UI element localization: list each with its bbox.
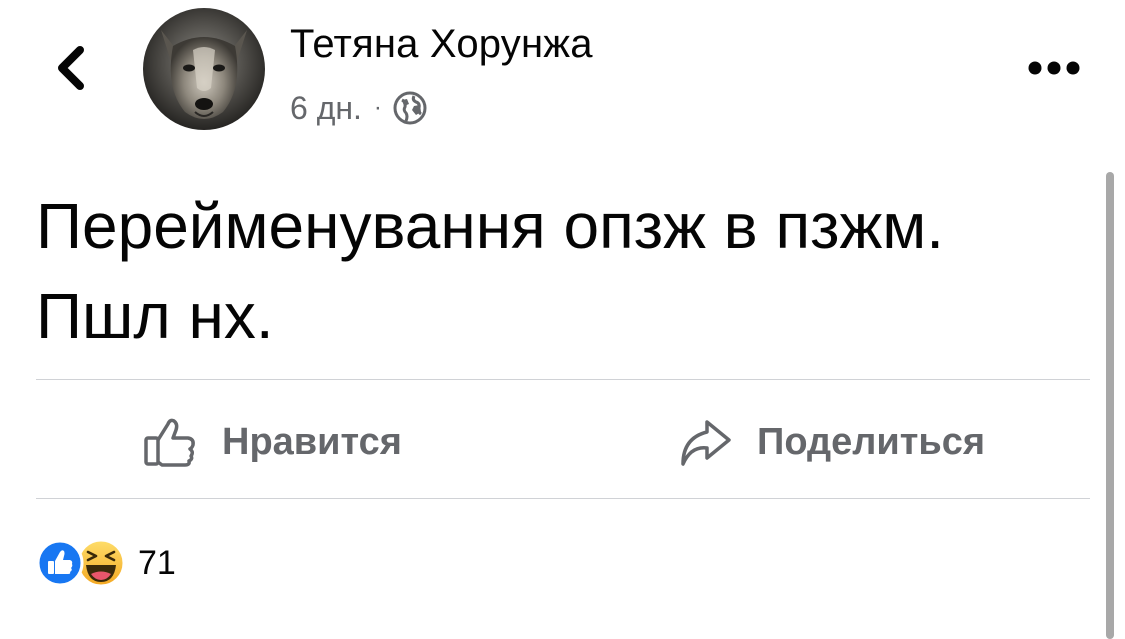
globe-icon[interactable] [392, 90, 428, 126]
avatar-image [143, 8, 265, 130]
like-reaction-icon [36, 539, 84, 587]
thumbs-up-icon [144, 418, 195, 467]
reaction-count: 71 [138, 543, 176, 582]
share-arrow-icon [681, 420, 731, 466]
more-options-button[interactable] [1026, 55, 1082, 81]
divider-bottom [36, 498, 1090, 499]
more-horizontal-icon [1028, 61, 1080, 75]
scrollbar[interactable] [1106, 172, 1114, 639]
back-button[interactable] [50, 44, 90, 92]
avatar[interactable] [143, 8, 265, 130]
post-text: Перейменування опзж в пзжм. Пшл нх. [36, 190, 945, 352]
post-screen: Тетяна Хорунжа 6 дн. · Перейменування оп… [0, 0, 1125, 639]
share-button[interactable]: Поделиться [677, 410, 985, 474]
meta-separator: · [373, 94, 382, 121]
author-name[interactable]: Тетяна Хорунжа [290, 22, 593, 67]
post-meta: 6 дн. · [290, 86, 428, 130]
divider-top [36, 379, 1090, 380]
like-label: Нравится [222, 420, 402, 463]
chevron-left-icon [58, 46, 84, 90]
reactions-summary[interactable]: 71 [36, 536, 176, 590]
like-button[interactable]: Нравится [142, 410, 402, 474]
post-time[interactable]: 6 дн. [290, 90, 362, 127]
share-label: Поделиться [757, 420, 986, 463]
